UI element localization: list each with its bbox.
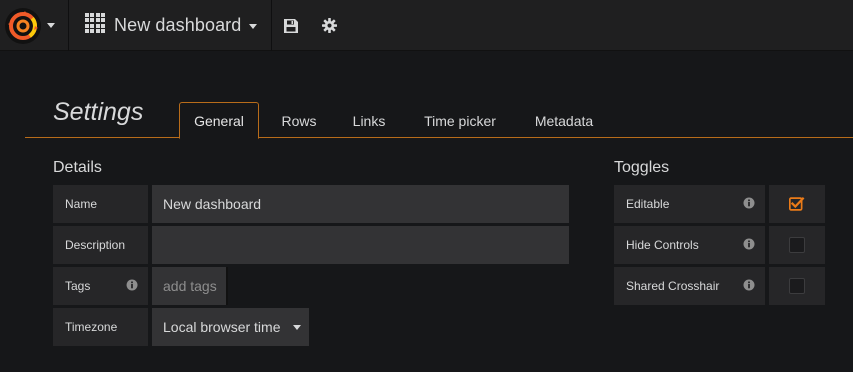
tab-rows[interactable]: Rows	[267, 102, 331, 139]
save-icon	[284, 18, 299, 33]
tab-label: Rows	[281, 112, 317, 129]
tab-general[interactable]: General	[179, 102, 259, 139]
toggle-label: Hide Controls	[626, 238, 699, 252]
save-dashboard-button[interactable]	[272, 0, 310, 51]
toggle-label: Editable	[626, 197, 670, 211]
tab-metadata[interactable]: Metadata	[521, 102, 607, 139]
top-navbar: New dashboard	[0, 0, 853, 51]
grafana-logo-icon	[5, 7, 41, 44]
tags-label: Tags	[65, 279, 91, 293]
dashboard-title-dropdown[interactable]: New dashboard	[69, 0, 273, 51]
tags-input[interactable]: add tags	[152, 267, 228, 305]
description-input[interactable]	[152, 226, 569, 264]
toggles-title: Toggles	[614, 159, 670, 176]
toggle-hide-controls-row: Hide Controls	[614, 226, 825, 264]
timezone-row: Timezone Local browser time	[53, 308, 309, 346]
tab-label: Metadata	[534, 112, 594, 129]
tab-time-picker[interactable]: Time picker	[409, 102, 511, 139]
info-icon[interactable]	[743, 238, 755, 250]
name-label: Name	[53, 185, 148, 223]
info-icon[interactable]	[743, 279, 755, 291]
checkbox-unchecked-icon	[789, 278, 805, 294]
tab-label: Time picker	[424, 112, 496, 129]
info-icon[interactable]	[126, 279, 138, 291]
name-row: Name New dashboard	[53, 185, 569, 223]
toggle-editable-row: Editable	[614, 185, 825, 223]
info-icon[interactable]	[743, 197, 755, 209]
tags-row: Tags add tags	[53, 267, 233, 305]
name-input[interactable]: New dashboard	[152, 185, 569, 223]
dashboard-settings-button[interactable]	[310, 0, 348, 51]
hide-controls-checkbox[interactable]	[769, 226, 825, 264]
description-label: Description	[53, 226, 148, 264]
timezone-label: Timezone	[53, 308, 148, 346]
timezone-select[interactable]: Local browser time	[152, 308, 309, 346]
toggle-shared-crosshair-row: Shared Crosshair	[614, 267, 825, 305]
tab-label: General	[194, 112, 244, 129]
editable-checkbox[interactable]	[769, 185, 825, 223]
shared-crosshair-checkbox[interactable]	[769, 267, 825, 305]
description-row: Description	[53, 226, 569, 264]
settings-header: Settings General Rows Links Time picker …	[25, 94, 853, 139]
settings-title: Settings	[53, 98, 144, 126]
chevron-down-icon	[249, 24, 258, 29]
tab-label: Links	[352, 112, 386, 129]
chevron-down-icon	[47, 23, 55, 28]
timezone-value: Local browser time	[163, 319, 281, 335]
checkbox-unchecked-icon	[789, 237, 805, 253]
details-title: Details	[53, 159, 102, 176]
tab-links[interactable]: Links	[339, 102, 399, 139]
gear-icon	[321, 18, 337, 33]
toggle-label: Shared Crosshair	[626, 279, 720, 293]
chevron-down-icon	[293, 325, 301, 330]
checkbox-checked-icon	[789, 196, 805, 211]
grid-icon	[85, 13, 105, 38]
grafana-menu-button[interactable]	[0, 0, 69, 51]
dashboard-title: New dashboard	[114, 15, 242, 35]
